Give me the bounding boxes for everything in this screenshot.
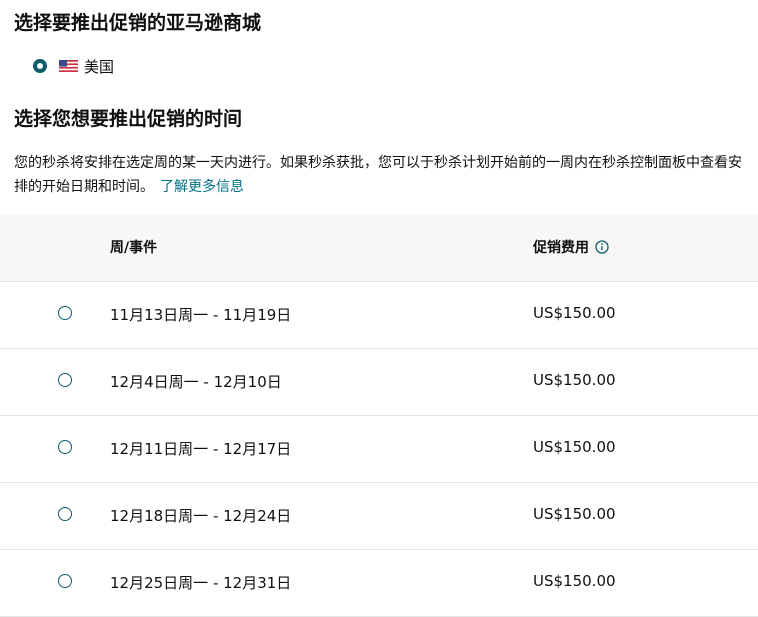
learn-more-link[interactable]: 了解更多信息: [160, 179, 244, 195]
marketplace-radio-selected[interactable]: [33, 59, 47, 73]
table-row[interactable]: 11月13日周一 - 11月19日 US$150.00: [0, 282, 758, 349]
promotion-fee: US$150.00: [533, 304, 616, 322]
column-header-fee: 促销费用: [533, 237, 609, 257]
week-range: 12月4日周一 - 12月10日: [110, 373, 282, 391]
promotion-fee: US$150.00: [533, 505, 616, 523]
table-row[interactable]: 12月18日周一 - 12月24日 US$150.00: [0, 483, 758, 550]
week-radio[interactable]: [58, 440, 72, 454]
table-row[interactable]: 12月4日周一 - 12月10日 US$150.00: [0, 349, 758, 416]
table-row[interactable]: 12月25日周一 - 12月31日 US$150.00: [0, 550, 758, 617]
column-header-fee-label: 促销费用: [533, 240, 589, 256]
promotion-fee: US$150.00: [533, 371, 616, 389]
week-radio[interactable]: [58, 373, 72, 387]
info-icon[interactable]: [595, 240, 609, 254]
promotion-fee: US$150.00: [533, 438, 616, 456]
time-description-text: 您的秒杀将安排在选定周的某一天内进行。如果秒杀获批，您可以于秒杀计划开始前的一周…: [14, 155, 742, 195]
us-flag-icon: [59, 60, 78, 72]
week-radio[interactable]: [58, 574, 72, 588]
time-description: 您的秒杀将安排在选定周的某一天内进行。如果秒杀获批，您可以于秒杀计划开始前的一周…: [14, 151, 742, 199]
table-row[interactable]: 12月11日周一 - 12月17日 US$150.00: [0, 416, 758, 483]
week-selection-table: 周/事件 促销费用 11月13日周一 - 11月19日 US$150.00 12…: [0, 214, 758, 617]
week-radio[interactable]: [58, 306, 72, 320]
week-range: 12月25日周一 - 12月31日: [110, 574, 292, 592]
promotion-fee: US$150.00: [533, 572, 616, 590]
marketplace-section-title: 选择要推出促销的亚马逊商城: [14, 12, 262, 34]
marketplace-label: 美国: [84, 57, 115, 76]
week-range: 12月18日周一 - 12月24日: [110, 507, 292, 525]
week-range: 12月11日周一 - 12月17日: [110, 440, 292, 458]
week-range: 11月13日周一 - 11月19日: [110, 306, 292, 324]
week-radio[interactable]: [58, 507, 72, 521]
column-header-week: 周/事件: [110, 240, 158, 256]
table-header: 周/事件 促销费用: [0, 214, 758, 282]
marketplace-option-us[interactable]: 美国: [33, 55, 114, 77]
time-section-title: 选择您想要推出促销的时间: [14, 108, 243, 130]
